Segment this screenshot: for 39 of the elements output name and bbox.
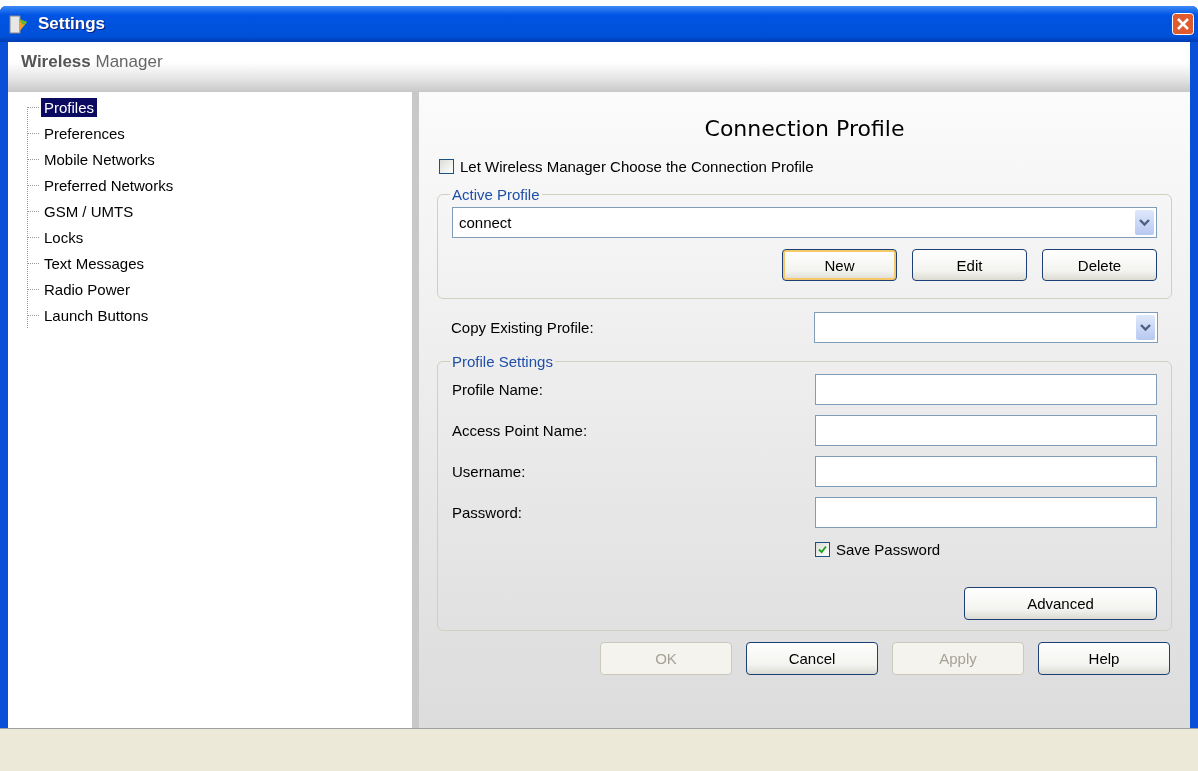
tree-item[interactable]: Preferred Networks [41, 175, 177, 195]
dialog-button[interactable]: Help [1038, 642, 1170, 675]
window-title: Settings [38, 14, 107, 34]
field-label: Username: [452, 463, 527, 480]
input-field[interactable] [815, 374, 1157, 405]
input-field[interactable] [815, 456, 1157, 487]
chevron-down-icon[interactable] [1135, 210, 1154, 235]
input-field[interactable] [815, 497, 1157, 528]
app-title: Wireless Manager [21, 52, 163, 72]
dialog-button[interactable]: Cancel [746, 642, 878, 675]
group-title: Profile Settings [451, 353, 554, 370]
tree-item[interactable]: Launch Buttons [41, 305, 152, 325]
field-label: Access Point Name: [452, 422, 589, 439]
field-label: Profile Name: [452, 381, 544, 398]
field-label: Password: [452, 504, 524, 521]
checkbox-label: Let Wireless Manager Choose the Connection Profile [460, 157, 814, 175]
group-title: Active Profile [451, 186, 541, 203]
chevron-down-icon[interactable] [1136, 315, 1155, 340]
tree-item[interactable]: GSM / UMTS [41, 201, 137, 221]
tree-item[interactable]: Text Messages [41, 253, 148, 273]
advanced-button[interactable]: Advanced [964, 587, 1157, 620]
app-icon [8, 13, 30, 35]
input-field[interactable] [815, 415, 1157, 446]
dropdown[interactable]: connect [452, 207, 1157, 238]
tree-item[interactable]: Profiles [41, 97, 98, 117]
checkbox[interactable] [815, 542, 830, 557]
tree-item[interactable]: Mobile Networks [41, 149, 158, 169]
checkbox-label: Save Password [836, 541, 941, 558]
checkbox[interactable] [439, 158, 454, 174]
tree-item[interactable]: Preferences [41, 123, 128, 143]
tree-item[interactable]: Locks [41, 227, 87, 247]
profile-button[interactable]: New [782, 249, 897, 281]
tree-item[interactable]: Radio Power [41, 279, 133, 299]
field-label: Copy Existing Profile: [451, 319, 595, 336]
panel-title: Connection Profile [703, 116, 906, 143]
dropdown[interactable] [814, 312, 1158, 343]
profile-button[interactable]: Edit [912, 249, 1027, 281]
profile-button[interactable]: Delete [1042, 249, 1157, 281]
close-icon[interactable] [1172, 13, 1194, 35]
